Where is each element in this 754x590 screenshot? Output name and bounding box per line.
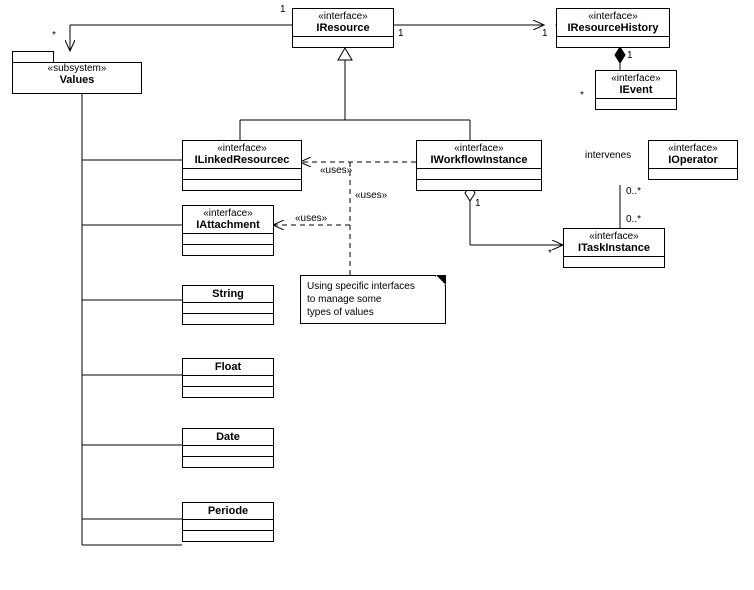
note-line-1: Using specific interfaces	[307, 280, 439, 293]
note-line-3: types of values	[307, 306, 439, 319]
stereotype-interface: «interface»	[187, 143, 297, 154]
interface-itaskinstance: «interface» ITaskInstance	[563, 228, 665, 268]
iresourcehistory-name: IResourceHistory	[561, 22, 665, 34]
interface-ioperator: «interface» IOperator	[648, 140, 738, 180]
stereotype-interface: «interface»	[297, 11, 389, 22]
class-string: String	[182, 285, 274, 325]
stereotype-interface: «interface»	[653, 143, 733, 154]
mult-1: 1	[398, 28, 404, 39]
mult-1: 1	[542, 28, 548, 39]
class-float: Float	[182, 358, 274, 398]
iresource-name: IResource	[297, 22, 389, 34]
intervenes-label: intervenes	[585, 150, 631, 161]
string-name: String	[187, 288, 269, 300]
interface-iresource: «interface» IResource	[292, 8, 394, 48]
subsystem-tab	[12, 51, 54, 62]
mult-1: 1	[475, 198, 481, 209]
values-name: Values	[13, 74, 141, 86]
stereotype-interface: «interface»	[561, 11, 665, 22]
class-date: Date	[182, 428, 274, 468]
stereotype-interface: «interface»	[187, 208, 269, 219]
uml-note: Using specific interfaces to manage some…	[300, 275, 446, 324]
interface-iattachment: «interface» IAttachment	[182, 205, 274, 256]
float-name: Float	[187, 361, 269, 373]
mult-star: *	[52, 30, 56, 41]
interface-iresourcehistory: «interface» IResourceHistory	[556, 8, 670, 48]
iattachment-name: IAttachment	[187, 219, 269, 231]
uses-label: «uses»	[355, 190, 387, 201]
ilinkedresource-name: ILinkedResourcec	[187, 154, 297, 166]
mult-star: *	[580, 90, 584, 101]
date-name: Date	[187, 431, 269, 443]
stereotype-interface: «interface»	[421, 143, 537, 154]
stereotype-subsystem: «subsystem»	[13, 63, 141, 74]
iworkflowinstance-name: IWorkflowInstance	[421, 154, 537, 166]
interface-ievent: «interface» IEvent	[595, 70, 677, 110]
class-periode: Periode	[182, 502, 274, 542]
uses-label: «uses»	[320, 165, 352, 176]
note-line-2: to manage some	[307, 293, 439, 306]
uses-label: «uses»	[295, 213, 327, 224]
mult-0star: 0..*	[626, 214, 641, 225]
stereotype-interface: «interface»	[568, 231, 660, 242]
mult-star: *	[548, 248, 552, 259]
mult-1: 1	[627, 50, 633, 61]
ioperator-name: IOperator	[653, 154, 733, 166]
stereotype-interface: «interface»	[600, 73, 672, 84]
subsystem-values: «subsystem» Values	[12, 62, 142, 94]
periode-name: Periode	[187, 505, 269, 517]
mult-1: 1	[280, 4, 286, 15]
mult-0star: 0..*	[626, 186, 641, 197]
itaskinstance-name: ITaskInstance	[568, 242, 660, 254]
ievent-name: IEvent	[600, 84, 672, 96]
interface-ilinkedresource: «interface» ILinkedResourcec	[182, 140, 302, 191]
interface-iworkflowinstance: «interface» IWorkflowInstance	[416, 140, 542, 191]
